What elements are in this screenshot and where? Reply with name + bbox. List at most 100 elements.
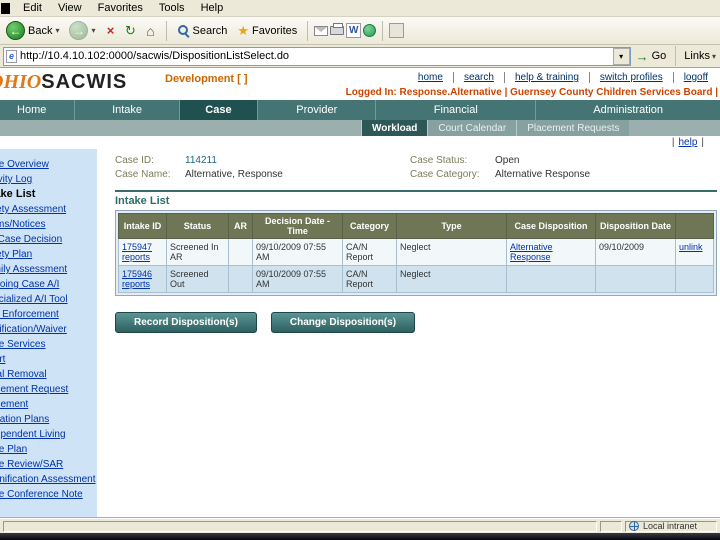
tab-financial[interactable]: Financial bbox=[376, 100, 537, 120]
sidebar-item-activity-log[interactable]: Activity Log bbox=[0, 172, 97, 187]
sidebar-item-case-review-sar[interactable]: Case Review/SAR bbox=[0, 457, 97, 472]
sidebar-item-forms-notices[interactable]: Forms/Notices bbox=[0, 217, 97, 232]
change-disposition-button[interactable]: Change Disposition(s) bbox=[270, 312, 416, 333]
sidebar-item-case-services[interactable]: Case Services bbox=[0, 337, 97, 352]
forward-icon: → bbox=[69, 21, 89, 40]
sidebar-item-reunification-assessment[interactable]: Reunification Assessment bbox=[0, 472, 97, 487]
table-cell: 175946 reports bbox=[118, 265, 167, 293]
tab-provider[interactable]: Provider bbox=[258, 100, 377, 120]
record-disposition-button[interactable]: Record Disposition(s) bbox=[115, 312, 257, 333]
menu-edit[interactable]: Edit bbox=[15, 1, 50, 15]
sidebar-item-family-assessment[interactable]: Family Assessment bbox=[0, 262, 97, 277]
links-label: Links bbox=[684, 50, 710, 62]
sidebar-item-safety-assessment[interactable]: Safety Assessment bbox=[0, 202, 97, 217]
back-button[interactable]: ← Back ▾ bbox=[2, 19, 63, 42]
bottom-strip bbox=[0, 533, 720, 540]
print-icon[interactable] bbox=[330, 23, 345, 35]
sidebar-item-visitation-plans[interactable]: Visitation Plans bbox=[0, 412, 97, 427]
unlink-link[interactable]: unlink bbox=[679, 242, 703, 252]
links-dropdown-icon: ▾ bbox=[711, 51, 716, 61]
table-cell bbox=[228, 238, 253, 266]
word-edit-icon[interactable]: W bbox=[346, 23, 362, 38]
status-bar: Local intranet bbox=[0, 518, 720, 533]
help-training-link[interactable]: help & training bbox=[503, 72, 589, 83]
sidebar-item-case-overview[interactable]: Case Overview bbox=[0, 157, 97, 172]
logoff-link[interactable]: logoff bbox=[672, 72, 718, 83]
tab-home[interactable]: Home bbox=[0, 100, 76, 120]
favorites-button[interactable]: ★ Favorites bbox=[233, 21, 301, 41]
switch-profiles-link[interactable]: switch profiles bbox=[588, 72, 673, 83]
action-buttons: Record Disposition(s) Change Disposition… bbox=[115, 312, 717, 333]
go-button[interactable]: → Go bbox=[631, 49, 672, 64]
search-link[interactable]: search bbox=[452, 72, 504, 83]
sidebar-item-placement[interactable]: Placement bbox=[0, 397, 97, 412]
sidebar-item-justification-waiver[interactable]: Justification/Waiver bbox=[0, 322, 97, 337]
sidebar-item-intake-list[interactable]: Intake List bbox=[0, 187, 97, 202]
address-dropdown-icon[interactable]: ▾ bbox=[612, 47, 630, 65]
intake-id-link[interactable]: 175947 bbox=[122, 242, 163, 252]
intake-table-box: Intake ID Status AR Decision Date - Time… bbox=[115, 210, 717, 296]
status-panel bbox=[600, 520, 622, 532]
tab-administration[interactable]: Administration bbox=[536, 100, 720, 120]
secondary-nav: Workload Court Calendar Placement Reques… bbox=[0, 120, 720, 136]
subtab-workload[interactable]: Workload bbox=[361, 120, 428, 136]
case-name-value: Alternative, Response bbox=[185, 169, 283, 180]
case-disposition-link[interactable]: Alternative Response bbox=[510, 242, 553, 262]
menu-tools[interactable]: Tools bbox=[151, 1, 193, 15]
back-dropdown-icon[interactable]: ▾ bbox=[55, 26, 59, 35]
table-cell: Screened In AR bbox=[166, 238, 229, 266]
messenger-icon[interactable] bbox=[363, 24, 377, 37]
menu-help[interactable]: Help bbox=[193, 1, 232, 15]
subtab-court-calendar[interactable]: Court Calendar bbox=[427, 120, 517, 136]
sidebar-item-court[interactable]: Court bbox=[0, 352, 97, 367]
browser-toolbar: ← Back ▾ → ▾ × ↻ ⌂ Search ★ Favorites W bbox=[0, 17, 720, 45]
table-header-row: Intake ID Status AR Decision Date - Time… bbox=[118, 213, 714, 239]
reports-link[interactable]: reports bbox=[122, 279, 163, 289]
reports-link[interactable]: reports bbox=[122, 252, 163, 262]
intake-id-link[interactable]: 175946 bbox=[122, 269, 163, 279]
sidebar-item-safety-plan[interactable]: Safety Plan bbox=[0, 247, 97, 262]
col-category: Category bbox=[342, 213, 397, 239]
mail-icon[interactable] bbox=[314, 25, 329, 36]
sidebar-item-specialized-ai-tool[interactable]: Specialized A/I Tool bbox=[0, 292, 97, 307]
subtab-placement-requests[interactable]: Placement Requests bbox=[516, 120, 630, 136]
table-cell: Screened Out bbox=[166, 265, 229, 293]
tab-intake[interactable]: Intake bbox=[75, 100, 180, 120]
sidebar-item-case-plan[interactable]: Case Plan bbox=[0, 442, 97, 457]
menu-view[interactable]: View bbox=[50, 1, 90, 15]
case-sidebar: Case Overview Activity Log Intake List S… bbox=[0, 149, 97, 520]
table-cell: unlink bbox=[675, 238, 714, 266]
col-intake-id: Intake ID bbox=[118, 213, 167, 239]
help-row: | help | bbox=[0, 136, 720, 149]
case-id-value: 114211 bbox=[185, 155, 217, 166]
status-panel bbox=[3, 520, 597, 532]
intake-table: Intake ID Status AR Decision Date - Time… bbox=[118, 213, 714, 293]
help-link[interactable]: help bbox=[678, 137, 697, 148]
refresh-icon[interactable]: ↻ bbox=[122, 23, 140, 39]
sidebar-item-law-enforcement[interactable]: Law Enforcement bbox=[0, 307, 97, 322]
sidebar-item-ongoing-case-ai[interactable]: Ongoing Case A/I bbox=[0, 277, 97, 292]
sidebar-item-case-conference-note[interactable]: Case Conference Note bbox=[0, 487, 97, 502]
section-title: Intake List bbox=[115, 195, 170, 207]
security-zone-panel: Local intranet bbox=[625, 520, 717, 532]
address-input[interactable]: e http://10.4.10.102:0000/sacwis/Disposi… bbox=[3, 46, 631, 66]
links-button[interactable]: Links ▾ bbox=[680, 50, 720, 62]
go-label: Go bbox=[651, 50, 667, 62]
table-cell: Alternative Response bbox=[506, 238, 596, 266]
toolbar-separator bbox=[307, 20, 309, 41]
environment-label: Development [ ] bbox=[165, 73, 248, 85]
tab-case[interactable]: Case bbox=[179, 100, 259, 120]
menu-favorites[interactable]: Favorites bbox=[90, 1, 151, 15]
home-icon[interactable]: ⌂ bbox=[142, 23, 160, 39]
stop-icon[interactable]: × bbox=[102, 23, 120, 38]
sidebar-item-initial-removal[interactable]: Initial Removal bbox=[0, 367, 97, 382]
search-button[interactable]: Search bbox=[173, 22, 232, 39]
sidebar-item-independent-living[interactable]: Independent Living bbox=[0, 427, 97, 442]
forward-dropdown-icon[interactable]: ▾ bbox=[91, 26, 95, 35]
forward-button[interactable]: → ▾ bbox=[65, 19, 99, 42]
window-icon bbox=[1, 2, 10, 14]
sidebar-item-placement-request[interactable]: Placement Request bbox=[0, 382, 97, 397]
sidebar-item-ar-case-decision[interactable]: AR Case Decision bbox=[0, 232, 97, 247]
media-icon[interactable] bbox=[389, 23, 405, 38]
home-link[interactable]: home bbox=[408, 72, 453, 83]
